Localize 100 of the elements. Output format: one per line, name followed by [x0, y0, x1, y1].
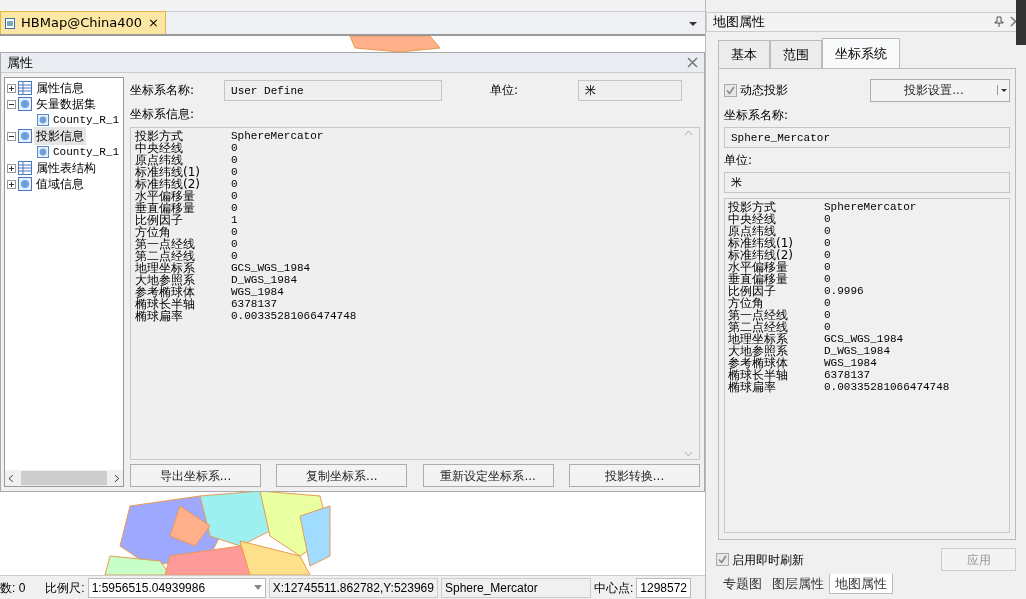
info-label: 标准纬线(1): [728, 237, 794, 249]
tree-item[interactable]: County_R_1: [51, 111, 121, 129]
checkbox-label: 动态投影: [740, 82, 788, 99]
info-value: 0: [824, 273, 831, 285]
info-label: 椭球长半轴: [135, 298, 196, 310]
info-value: 6378137: [231, 298, 278, 310]
tree-item[interactable]: County_R_1: [51, 143, 121, 161]
info-value: 0: [231, 166, 238, 178]
info-value: D_WGS_1984: [231, 274, 297, 286]
checkbox[interactable]: [716, 553, 729, 566]
info-label: 垂直偏移量: [135, 202, 196, 214]
info-label: 第二点经线: [728, 321, 789, 333]
info-value: 0: [824, 297, 831, 309]
panel-title: 地图属性: [713, 13, 765, 32]
info-label: 椭球长半轴: [728, 369, 789, 381]
info-label: 地理坐标系: [728, 333, 789, 345]
unit-field: 米: [578, 79, 683, 101]
scroll-right-icon: [114, 473, 120, 483]
tree-item[interactable]: 矢量数据集: [34, 95, 98, 113]
scale-dropdown[interactable]: 1:5956515.04939986: [87, 577, 266, 598]
info-label: 地理坐标系: [135, 262, 196, 274]
collapse-icon[interactable]: [7, 131, 16, 141]
info-label: 标准纬线(1): [135, 166, 201, 178]
info-label: 水平偏移量: [728, 261, 788, 273]
expand-icon[interactable]: [7, 83, 16, 93]
dropdown-arrow-icon: [253, 585, 262, 590]
checkbox[interactable]: [724, 83, 737, 97]
field-label: 单位:: [724, 152, 754, 169]
field-label: 坐标系名称:: [130, 82, 195, 99]
projection-field: Sphere_Mercator: [440, 577, 591, 598]
info-label: 椭球扁率: [728, 381, 776, 393]
expand-icon[interactable]: [7, 163, 16, 173]
info-value: 1: [231, 214, 238, 226]
projection-settings-button[interactable]: 投影设置...: [870, 78, 1010, 102]
dialog-button[interactable]: 导出坐标系...: [130, 464, 261, 487]
info-label: 大地参照系: [135, 274, 196, 286]
info-value: SphereMercator: [231, 130, 324, 142]
info-value: 0: [824, 309, 831, 321]
checkbox-label: 启用即时刷新: [732, 551, 804, 569]
info-label: 参考椭球体: [135, 286, 196, 298]
info-value: GCS_WGS_1984: [231, 262, 311, 274]
status-label: 中心点:: [593, 579, 634, 597]
scrollbar-thumb[interactable]: [20, 471, 108, 485]
info-label: 比例因子: [728, 285, 776, 297]
document-tab[interactable]: HBMap@China400 ×: [0, 11, 166, 34]
name-field: Sphere_Mercator: [724, 127, 1010, 148]
panel-title: 属性: [7, 53, 33, 72]
unit-field: 米: [724, 172, 1010, 193]
dropdown-arrow-icon: [997, 85, 1009, 95]
info-value: 0: [231, 226, 238, 238]
scroll-left-icon: [8, 473, 14, 483]
expand-icon[interactable]: [7, 179, 16, 189]
info-label: 水平偏移量: [135, 190, 195, 202]
info-value: 0: [824, 237, 831, 249]
info-value: 0: [231, 190, 238, 202]
info-value: WGS_1984: [231, 286, 284, 298]
dialog-button[interactable]: 复制坐标系...: [276, 464, 408, 487]
info-value: 0: [231, 142, 238, 154]
tab[interactable]: 图层属性: [767, 574, 829, 594]
info-value: WGS_1984: [824, 357, 877, 369]
info-label: 比例因子: [135, 214, 183, 226]
info-label: 方位角: [728, 297, 764, 309]
info-label: 第一点经线: [135, 238, 196, 250]
info-label: 投影方式: [728, 201, 777, 213]
info-value: 0: [231, 202, 238, 214]
info-value: SphereMercator: [824, 201, 917, 213]
collapse-icon[interactable]: [7, 99, 16, 109]
info-value: 0: [231, 238, 238, 250]
dialog-button[interactable]: 投影转换...: [569, 464, 700, 487]
tab[interactable]: 范围: [770, 40, 822, 68]
info-label: 方位角: [135, 226, 171, 238]
info-value: D_WGS_1984: [824, 345, 890, 357]
info-label: 垂直偏移量: [728, 273, 789, 285]
tree-item[interactable]: 属性表结构: [34, 159, 98, 177]
map-icon: [5, 17, 15, 29]
scroll-up-icon: [683, 130, 693, 136]
info-label: 第二点经线: [135, 250, 196, 262]
table-icon: [18, 161, 32, 175]
info-label: 第一点经线: [728, 309, 789, 321]
dialog-button[interactable]: 重新设定坐标系...: [422, 464, 554, 487]
info-value: 6378137: [824, 369, 871, 381]
tab[interactable]: 地图属性: [829, 574, 893, 594]
tab[interactable]: 坐标系统: [822, 38, 900, 68]
center-field: 1298572: [636, 577, 692, 598]
info-value: 0: [231, 178, 238, 190]
info-label: 投影方式: [135, 130, 184, 142]
coordinates-field: X:12745511.862782,Y:523969: [268, 577, 438, 598]
close-button[interactable]: ×: [148, 13, 159, 33]
tree-item[interactable]: 值域信息: [34, 175, 86, 193]
table-icon: [18, 81, 32, 95]
info-label: 椭球扁率: [135, 310, 183, 322]
close-icon: [687, 57, 698, 68]
info-value: 0.9996: [824, 285, 864, 297]
tab[interactable]: 基本: [718, 40, 770, 68]
tab[interactable]: 专题图: [718, 574, 767, 594]
scroll-down-icon: [683, 451, 693, 457]
name-field: User Define: [224, 79, 443, 101]
tree-item[interactable]: 属性信息: [34, 79, 86, 97]
info-label: 原点纬线: [135, 154, 183, 166]
tree-item[interactable]: 投影信息: [34, 127, 86, 145]
